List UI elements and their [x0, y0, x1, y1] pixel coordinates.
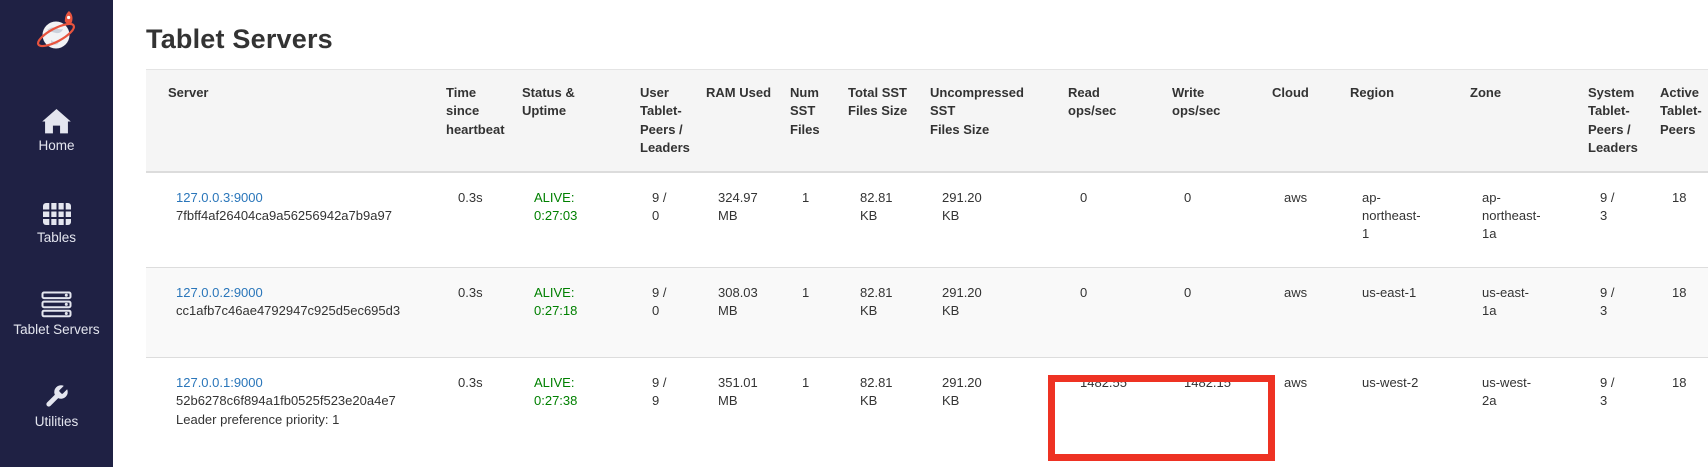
rocket-planet-logo-icon	[33, 45, 81, 62]
active-tablet-peers-cell: 18	[1652, 358, 1708, 467]
uncompressed-sst-files-size-cell: 291.20 KB	[922, 268, 1060, 358]
zone-cell: us-east- 1a	[1462, 268, 1580, 358]
read-ops-sec-cell: 0	[1060, 172, 1164, 268]
time-since-heartbeat-cell: 0.3s	[438, 358, 514, 467]
app-logo[interactable]	[33, 8, 81, 60]
table-row: 127.0.0.2:9000 cc1afb7c46ae4792947c925d5e…	[146, 268, 1708, 358]
write-ops-sec-cell: 0	[1164, 172, 1264, 268]
ram-used-cell: 324.97 MB	[698, 172, 782, 268]
server-link[interactable]: 127.0.0.1:9000	[176, 375, 263, 390]
uncompressed-sst-files-size-cell: 291.20 KB	[922, 172, 1060, 268]
column-header-read-ops-sec: Read ops/sec	[1060, 70, 1164, 172]
column-header-status-uptime: Status & Uptime	[514, 70, 632, 172]
region-cell: us-east-1	[1342, 268, 1462, 358]
read-ops-sec-cell: 0	[1060, 268, 1164, 358]
total-sst-files-size-cell: 82.81 KB	[840, 358, 922, 467]
system-tablet-peers-leaders-cell: 9 / 3	[1580, 268, 1652, 358]
server-uuid: cc1afb7c46ae4792947c925d5ec695d3	[176, 302, 430, 320]
column-header-num-sst-files: Num SST Files	[782, 70, 840, 172]
column-header-write-ops-sec: Write ops/sec	[1164, 70, 1264, 172]
ram-used-cell: 308.03 MB	[698, 268, 782, 358]
server-uuid: 7fbff4af26404ca9a56256942a7b9a97	[176, 207, 430, 225]
cloud-cell: aws	[1264, 358, 1342, 467]
uncompressed-sst-files-size-cell: 291.20 KB	[922, 358, 1060, 467]
zone-cell: us-west- 2a	[1462, 358, 1580, 467]
user-tablet-peers-leaders-cell: 9 / 0	[632, 172, 698, 268]
zone-cell: ap- northeast- 1a	[1462, 172, 1580, 268]
cloud-cell: aws	[1264, 172, 1342, 268]
sidebar: Home Tables Tablet Servers Utilities	[0, 0, 113, 467]
server-cell: 127.0.0.1:9000 52b6278c6f894a1fb0525f523e…	[146, 358, 438, 467]
table-row: 127.0.0.3:9000 7fbff4af26404ca9a56256942a…	[146, 172, 1708, 268]
app-root: Home Tables Tablet Servers Utilities Tab…	[0, 0, 1708, 467]
column-header-zone: Zone	[1462, 70, 1580, 172]
sidebar-item-home[interactable]: Home	[0, 106, 113, 154]
user-tablet-peers-leaders-cell: 9 / 0	[632, 268, 698, 358]
server-cell: 127.0.0.2:9000 cc1afb7c46ae4792947c925d5e…	[146, 268, 438, 358]
read-ops-sec-cell: 1482.55	[1060, 358, 1164, 467]
utilities-icon	[43, 382, 70, 410]
sidebar-item-tables[interactable]: Tables	[0, 198, 113, 246]
server-link[interactable]: 127.0.0.2:9000	[176, 285, 263, 300]
num-sst-files-cell: 1	[782, 172, 840, 268]
column-header-time-since-heartbeat: Time since heartbeat	[438, 70, 514, 172]
total-sst-files-size-cell: 82.81 KB	[840, 172, 922, 268]
region-cell: us-west-2	[1342, 358, 1462, 467]
write-ops-sec-cell: 1482.15	[1164, 358, 1264, 467]
status-uptime-cell: ALIVE: 0:27:03	[514, 172, 632, 268]
user-tablet-peers-leaders-cell: 9 / 9	[632, 358, 698, 467]
column-header-uncompressed-sst-files-size: Uncompressed SST Files Size	[922, 70, 1060, 172]
num-sst-files-cell: 1	[782, 358, 840, 467]
table-row: 127.0.0.1:9000 52b6278c6f894a1fb0525f523e…	[146, 358, 1708, 467]
home-icon	[42, 106, 71, 134]
column-header-user-tablet-peers-leaders: User Tablet- Peers / Leaders	[632, 70, 698, 172]
sidebar-item-tablet-servers[interactable]: Tablet Servers	[0, 290, 113, 338]
time-since-heartbeat-cell: 0.3s	[438, 172, 514, 268]
status-uptime-cell: ALIVE: 0:27:38	[514, 358, 632, 467]
write-ops-sec-cell: 0	[1164, 268, 1264, 358]
system-tablet-peers-leaders-cell: 9 / 3	[1580, 172, 1652, 268]
ram-used-cell: 351.01 MB	[698, 358, 782, 467]
active-tablet-peers-cell: 18	[1652, 172, 1708, 268]
column-header-region: Region	[1342, 70, 1462, 172]
server-link[interactable]: 127.0.0.3:9000	[176, 190, 263, 205]
num-sst-files-cell: 1	[782, 268, 840, 358]
active-tablet-peers-cell: 18	[1652, 268, 1708, 358]
system-tablet-peers-leaders-cell: 9 / 3	[1580, 358, 1652, 467]
column-header-cloud: Cloud	[1264, 70, 1342, 172]
tablet-servers-table: ServerTime since heartbeatStatus & Uptim…	[146, 69, 1708, 467]
column-header-total-sst-files-size: Total SST Files Size	[840, 70, 922, 172]
column-header-server: Server	[146, 70, 438, 172]
tables-icon	[42, 198, 72, 226]
time-since-heartbeat-cell: 0.3s	[438, 268, 514, 358]
table-header-row: ServerTime since heartbeatStatus & Uptim…	[146, 70, 1708, 172]
region-cell: ap- northeast- 1	[1342, 172, 1462, 268]
server-uuid: 52b6278c6f894a1fb0525f523e20a4e7	[176, 392, 430, 410]
column-header-active-tablet-peers: Active Tablet- Peers	[1652, 70, 1708, 172]
leader-preference-note: Leader preference priority: 1	[176, 411, 430, 429]
tablet-servers-icon	[41, 290, 72, 318]
column-header-ram-used: RAM Used	[698, 70, 782, 172]
page-title: Tablet Servers	[146, 24, 1708, 55]
sidebar-nav: Home Tables Tablet Servers Utilities	[0, 106, 113, 429]
column-header-system-tablet-peers-leaders: System Tablet- Peers / Leaders	[1580, 70, 1652, 172]
cloud-cell: aws	[1264, 268, 1342, 358]
status-uptime-cell: ALIVE: 0:27:18	[514, 268, 632, 358]
main-content: Tablet Servers ServerTime since heartbea…	[113, 0, 1708, 467]
sidebar-item-utilities[interactable]: Utilities	[0, 382, 113, 430]
server-cell: 127.0.0.3:9000 7fbff4af26404ca9a56256942a…	[146, 172, 438, 268]
total-sst-files-size-cell: 82.81 KB	[840, 268, 922, 358]
